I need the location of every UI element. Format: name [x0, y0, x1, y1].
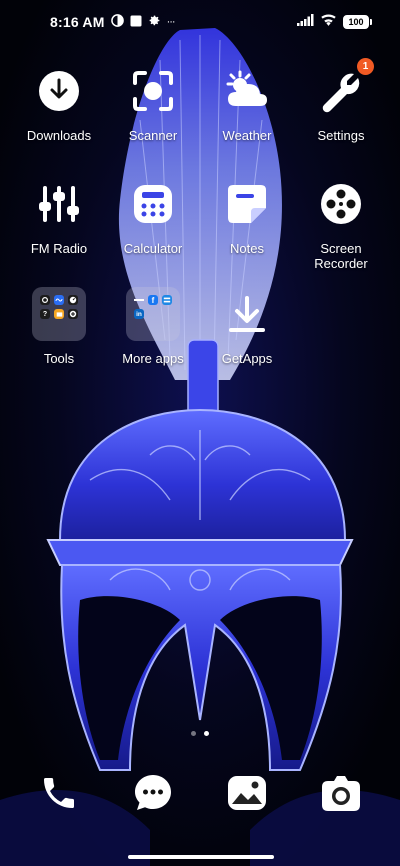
folder-more-apps[interactable]: f in More apps [103, 287, 203, 366]
app-screen-recorder[interactable]: Screen Recorder [291, 177, 391, 271]
app-label-line: Recorder [314, 256, 368, 271]
app-label: Tools [43, 351, 75, 366]
calculator-icon [126, 177, 180, 231]
battery-level: 100 [343, 15, 369, 29]
gear-icon [148, 14, 161, 30]
more-notifications-indicator: ··· [166, 16, 176, 28]
folder-tools[interactable]: ? Tools [9, 287, 109, 366]
folder-mini-app-icon [54, 295, 64, 305]
app-getapps[interactable]: GetApps [197, 287, 297, 366]
app-label: Weather [222, 128, 272, 143]
scanner-icon [126, 64, 180, 118]
app-downloads[interactable]: Downloads [9, 64, 109, 143]
page-dot-1[interactable] [191, 731, 196, 736]
app-weather[interactable]: Weather [197, 64, 297, 143]
app-label: Scanner [128, 128, 178, 143]
folder-mini-app-icon [134, 295, 144, 305]
dock-messages[interactable] [131, 773, 175, 817]
status-right: 100 [297, 13, 372, 31]
folder-mini-app-icon [68, 309, 78, 319]
download-icon [32, 64, 86, 118]
app-label: Calculator [123, 241, 183, 256]
notification-badge: 1 [357, 58, 374, 75]
data-saver-icon [110, 14, 124, 30]
folder-icon: f in [126, 287, 180, 341]
camera-icon [320, 773, 362, 818]
app-label: Notes [230, 241, 264, 256]
dock-phone[interactable] [37, 773, 81, 817]
app-label-line: Screen [320, 241, 362, 256]
app-scanner[interactable]: Scanner [103, 64, 203, 143]
linkedin-icon: in [134, 309, 144, 319]
phone-icon [39, 773, 79, 818]
status-bar: 8:16 AM ··· 100 [0, 0, 400, 44]
folder-mini-app-icon [162, 295, 172, 305]
weather-icon [220, 64, 274, 118]
page-indicator [0, 731, 400, 736]
folder-icon: ? [32, 287, 86, 341]
app-label: Settings [317, 128, 365, 143]
app-settings[interactable]: 1 Settings [291, 58, 391, 143]
sliders-icon [32, 177, 86, 231]
wifi-icon [320, 13, 337, 31]
dock-camera[interactable] [319, 773, 363, 817]
dock-gallery[interactable] [225, 773, 269, 817]
wrench-icon: 1 [314, 58, 374, 118]
app-label: Downloads [26, 128, 92, 143]
app-label: Screen Recorder [314, 241, 367, 271]
app-label: GetApps [221, 351, 273, 366]
folder-mini-app-icon [68, 295, 78, 305]
folder-mini-app-icon [40, 295, 50, 305]
app-calculator[interactable]: Calculator [103, 177, 203, 256]
folder-mini-app-icon [54, 309, 64, 319]
gallery-icon [226, 773, 268, 818]
notification-square-icon [130, 14, 142, 30]
chat-bubble-icon [132, 772, 174, 819]
getapps-download-icon [220, 287, 274, 341]
clock-time: 8:16 AM [50, 14, 105, 30]
app-label: FM Radio [30, 241, 88, 256]
notes-icon [220, 177, 274, 231]
folder-mini-app-icon: ? [40, 309, 50, 319]
page-dot-2-active[interactable] [204, 731, 209, 736]
app-label: More apps [122, 351, 184, 366]
battery-icon: 100 [343, 15, 372, 29]
status-left: 8:16 AM ··· [50, 14, 176, 30]
app-notes[interactable]: Notes [197, 177, 297, 256]
signal-strength-icon [297, 13, 314, 31]
navigation-gesture-bar[interactable] [128, 855, 274, 859]
facebook-icon: f [148, 295, 158, 305]
app-fm-radio[interactable]: FM Radio [9, 177, 109, 256]
film-reel-icon [314, 177, 368, 231]
